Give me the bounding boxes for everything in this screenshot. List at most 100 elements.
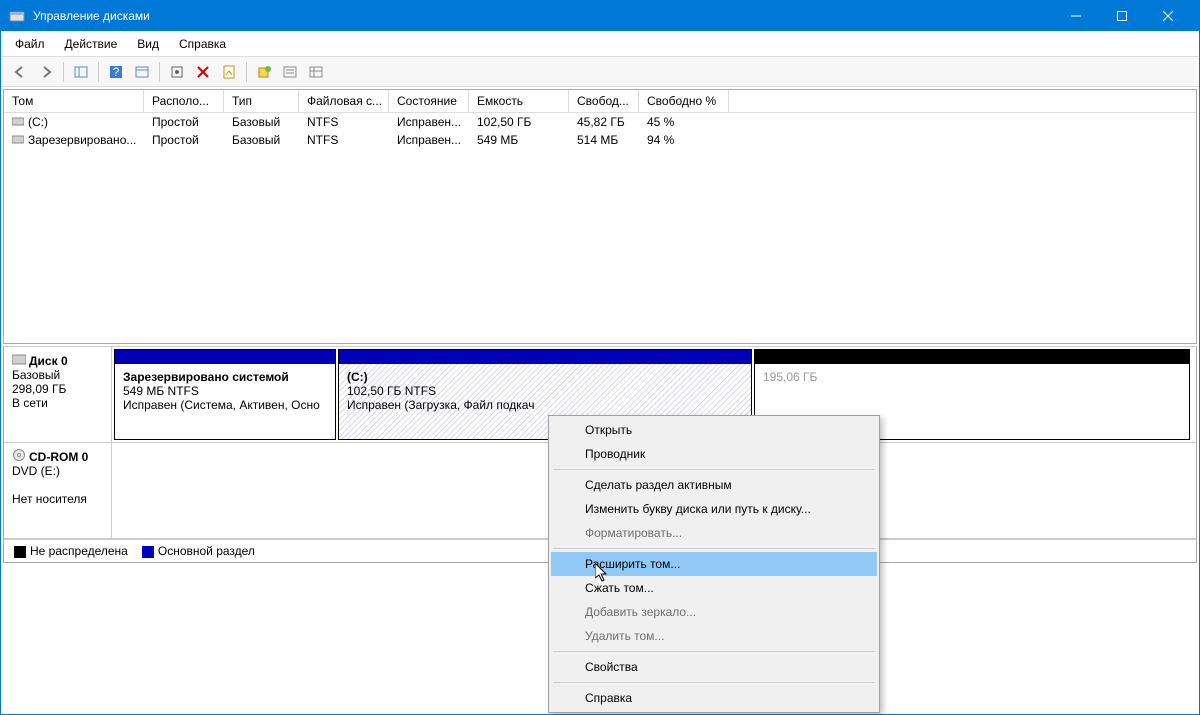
column-status[interactable]: Состояние <box>389 90 469 112</box>
disk-status: В сети <box>12 396 103 410</box>
partition-status: Исправен (Система, Активен, Осно <box>123 398 327 412</box>
cell: NTFS <box>299 131 389 149</box>
app-icon <box>9 8 25 24</box>
menu-view[interactable]: Вид <box>127 33 169 55</box>
cell: Простой <box>144 131 224 149</box>
context-menu-item: Удалить том... <box>551 624 877 648</box>
disk-status: Нет носителя <box>12 492 103 506</box>
context-menu-item[interactable]: Открыть <box>551 418 877 442</box>
cell: 102,50 ГБ <box>469 113 569 131</box>
cell: 94 % <box>639 131 729 149</box>
delete-button[interactable] <box>192 61 214 83</box>
cell: Простой <box>144 113 224 131</box>
legend-swatch <box>142 546 154 558</box>
show-hide-button[interactable] <box>70 61 92 83</box>
context-menu-item[interactable]: Сжать том... <box>551 576 877 600</box>
context-menu: ОткрытьПроводник Сделать раздел активнымИ… <box>548 415 880 713</box>
cell: Исправен... <box>389 113 469 131</box>
context-menu-item[interactable]: Свойства <box>551 655 877 679</box>
context-menu-item[interactable]: Расширить том... <box>551 552 877 576</box>
context-menu-item: Добавить зеркало... <box>551 600 877 624</box>
menu-file[interactable]: Файл <box>5 33 55 55</box>
disk-info[interactable]: CD-ROM 0DVD (E:) Нет носителя <box>4 443 112 538</box>
view-button[interactable] <box>131 61 153 83</box>
details-button[interactable] <box>305 61 327 83</box>
properties-button[interactable] <box>218 61 240 83</box>
disk-name: CD-ROM 0 <box>29 450 88 464</box>
help-button[interactable]: ? <box>105 61 127 83</box>
table-row[interactable]: (C:)ПростойБазовыйNTFSИсправен...102,50 … <box>4 113 1196 131</box>
table-body: (C:)ПростойБазовыйNTFSИсправен...102,50 … <box>4 113 1196 343</box>
context-menu-item[interactable]: Сделать раздел активным <box>551 473 877 497</box>
cell: 549 МБ <box>469 131 569 149</box>
cell: NTFS <box>299 113 389 131</box>
refresh-button[interactable] <box>166 61 188 83</box>
column-filesystem[interactable]: Файловая с... <box>299 90 389 112</box>
legend-swatch <box>14 546 26 558</box>
column-freepct[interactable]: Свободно % <box>639 90 729 112</box>
cell: Базовый <box>224 113 299 131</box>
toolbar-separator <box>98 62 99 82</box>
close-button[interactable] <box>1145 1 1191 31</box>
title-bar: Управление дисками <box>1 1 1199 31</box>
menu-action[interactable]: Действие <box>55 33 128 55</box>
context-menu-item[interactable]: Изменить букву диска или путь к диску... <box>551 497 877 521</box>
column-volume[interactable]: Том <box>4 90 144 112</box>
context-menu-item[interactable]: Проводник <box>551 442 877 466</box>
table-row[interactable]: Зарезервировано...ПростойБазовыйNTFSИспр… <box>4 131 1196 149</box>
toolbar-separator <box>246 62 247 82</box>
forward-button[interactable] <box>35 61 57 83</box>
column-free[interactable]: Свобод... <box>569 90 639 112</box>
context-menu-item: Форматировать... <box>551 521 877 545</box>
context-menu-separator <box>553 651 875 652</box>
disk-icon <box>12 353 26 365</box>
partition-body: Зарезервировано системой549 МБ NTFSИспра… <box>115 364 335 439</box>
menu-help[interactable]: Справка <box>169 33 236 55</box>
column-layout[interactable]: Располо... <box>144 90 224 112</box>
column-type[interactable]: Тип <box>224 90 299 112</box>
legend-primary: Основной раздел <box>142 544 255 558</box>
back-button[interactable] <box>9 61 31 83</box>
disk-info[interactable]: Диск 0Базовый298,09 ГБВ сети <box>4 347 112 442</box>
cell: Исправен... <box>389 131 469 149</box>
volume-table: Том Располо... Тип Файловая с... Состоян… <box>3 89 1197 344</box>
toolbar: ? <box>1 57 1199 87</box>
cell: Зарезервировано... <box>4 131 144 149</box>
cell: 514 МБ <box>569 131 639 149</box>
window-title: Управление дисками <box>33 9 1053 23</box>
partition-header <box>755 350 1189 364</box>
partition-size: 549 МБ NTFS <box>123 384 327 398</box>
disk-size: 298,09 ГБ <box>12 382 103 396</box>
toolbar-separator <box>63 62 64 82</box>
menu-bar: Файл Действие Вид Справка <box>1 31 1199 57</box>
partition-title: (C:) <box>347 370 743 384</box>
maximize-button[interactable] <box>1099 1 1145 31</box>
disk-type: Базовый <box>12 368 103 382</box>
cell: Базовый <box>224 131 299 149</box>
minimize-button[interactable] <box>1053 1 1099 31</box>
list-button[interactable] <box>279 61 301 83</box>
context-menu-item[interactable]: Справка <box>551 686 877 710</box>
disk-name: Диск 0 <box>29 354 68 368</box>
disk-type: DVD (E:) <box>12 464 103 478</box>
new-button[interactable] <box>253 61 275 83</box>
volume-icon <box>12 116 24 126</box>
partition-header <box>339 350 751 364</box>
partition-size: 102,50 ГБ NTFS <box>347 384 743 398</box>
context-menu-separator <box>553 469 875 470</box>
column-capacity[interactable]: Емкость <box>469 90 569 112</box>
cell: 45 % <box>639 113 729 131</box>
cdrom-icon <box>12 449 26 461</box>
volume-icon <box>12 134 24 144</box>
window-controls <box>1053 1 1191 31</box>
legend-unallocated: Не распределена <box>14 544 128 558</box>
partition[interactable]: Зарезервировано системой549 МБ NTFSИспра… <box>114 349 336 440</box>
partition-header <box>115 350 335 364</box>
context-menu-separator <box>553 548 875 549</box>
toolbar-separator <box>159 62 160 82</box>
partition-status: Исправен (Загрузка, Файл подкач <box>347 398 743 412</box>
table-header: Том Располо... Тип Файловая с... Состоян… <box>4 90 1196 113</box>
cell: 45,82 ГБ <box>569 113 639 131</box>
partition-size: 195,06 ГБ <box>763 370 1181 384</box>
partition-title: Зарезервировано системой <box>123 370 327 384</box>
